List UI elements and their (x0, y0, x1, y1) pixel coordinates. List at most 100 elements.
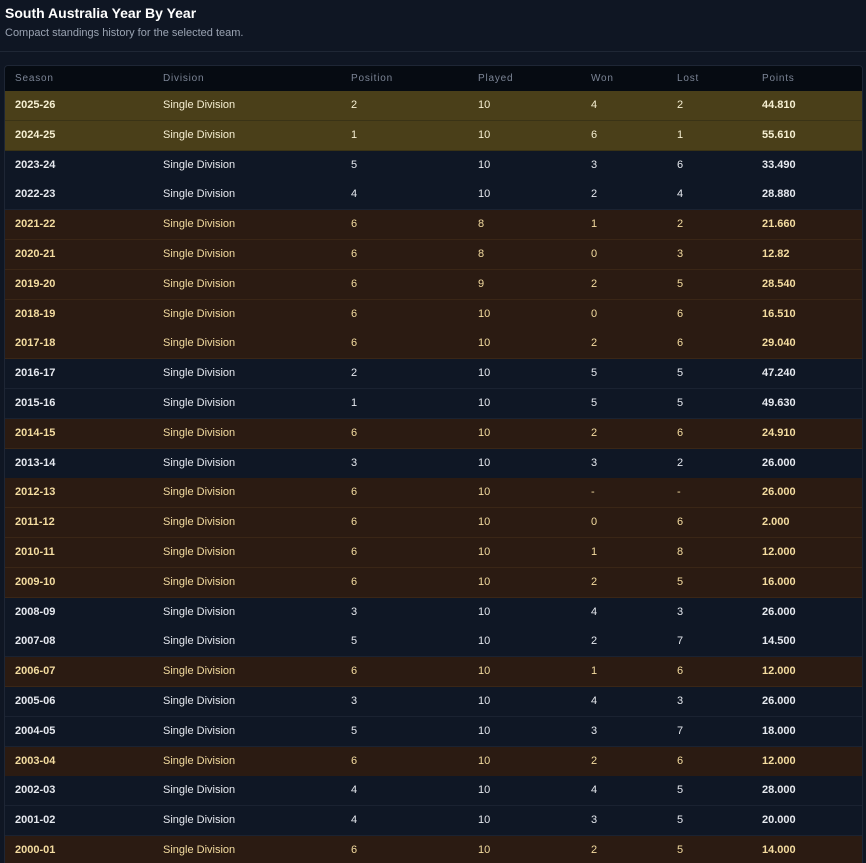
cell-position: 5 (351, 158, 358, 171)
column-header-points[interactable]: Points (762, 73, 795, 84)
cell-season: 2001-02 (15, 814, 56, 827)
cell-season: 2024-25 (15, 128, 56, 141)
table-row[interactable]: 2018-19 Single Division 6 10 0 6 16.510 (5, 299, 862, 330)
cell-points: 26.000 (762, 695, 796, 707)
cell-division: Single Division (163, 397, 236, 409)
column-header-season[interactable]: Season (15, 73, 54, 84)
cell-division: Single Division (163, 426, 236, 439)
cell-lost: 6 (677, 754, 684, 767)
cell-played: 10 (478, 665, 491, 678)
table-row[interactable]: 2025-26 Single Division 2 10 4 2 44.810 (5, 91, 862, 121)
cell-season: 2006-07 (15, 665, 56, 678)
cell-points: 2.000 (762, 516, 790, 529)
cell-won: 2 (591, 277, 598, 290)
cell-position: 6 (351, 844, 358, 856)
table-row[interactable]: 2006-07 Single Division 6 10 1 6 12.000 (5, 657, 862, 688)
cell-lost: 6 (677, 158, 684, 171)
cell-lost: 3 (677, 695, 684, 707)
cell-lost: 3 (677, 605, 684, 618)
table-row[interactable]: 2016-17 Single Division 2 10 5 5 47.240 (5, 359, 862, 390)
table-row[interactable]: 2000-01 Single Division 6 10 2 5 14.000 (5, 836, 862, 863)
table-row[interactable]: 2009-10 Single Division 6 10 2 5 16.000 (5, 567, 862, 598)
table-row[interactable]: 2007-08 Single Division 5 10 2 7 14.500 (5, 627, 862, 658)
table-row[interactable]: 2008-09 Single Division 3 10 4 3 26.000 (5, 597, 862, 628)
table-row[interactable]: 2012-13 Single Division 6 10 - - 26.000 (5, 478, 862, 509)
cell-lost: - (677, 486, 681, 499)
column-header-division[interactable]: Division (163, 73, 204, 84)
table-row[interactable]: 2021-22 Single Division 6 8 1 2 21.660 (5, 210, 862, 241)
table-header: Season Division Position Played Won Lost… (5, 66, 862, 91)
cell-played: 10 (478, 605, 491, 618)
standings-table: Season Division Position Played Won Lost… (4, 65, 863, 863)
cell-division: Single Division (163, 486, 236, 499)
table-row[interactable]: 2002-03 Single Division 4 10 4 5 28.000 (5, 776, 862, 807)
table-row[interactable]: 2023-24 Single Division 5 10 3 6 33.490 (5, 150, 862, 181)
cell-season: 2000-01 (15, 844, 56, 856)
table-row[interactable]: 2014-15 Single Division 6 10 2 6 24.910 (5, 418, 862, 449)
cell-lost: 6 (677, 665, 684, 678)
cell-won: 2 (591, 575, 598, 588)
column-header-won[interactable]: Won (591, 73, 614, 84)
cell-won: 3 (591, 814, 598, 827)
column-header-played[interactable]: Played (478, 73, 513, 84)
cell-season: 2021-22 (15, 218, 56, 231)
cell-points: 16.510 (762, 307, 796, 320)
table-row[interactable]: 2019-20 Single Division 6 9 2 5 28.540 (5, 269, 862, 300)
cell-season: 2022-23 (15, 188, 56, 201)
cell-lost: 7 (677, 724, 684, 737)
table-row[interactable]: 2024-25 Single Division 1 10 6 1 55.610 (5, 120, 862, 151)
cell-division: Single Division (163, 188, 236, 201)
cell-points: 12.000 (762, 754, 796, 767)
cell-points: 44.810 (762, 99, 796, 111)
cell-won: - (591, 486, 595, 499)
cell-points: 16.000 (762, 575, 796, 588)
cell-lost: 5 (677, 367, 684, 380)
cell-points: 12.000 (762, 665, 796, 678)
cell-lost: 8 (677, 546, 684, 558)
cell-won: 2 (591, 635, 598, 648)
table-row[interactable]: 2003-04 Single Division 6 10 2 6 12.000 (5, 746, 862, 777)
cell-lost: 7 (677, 635, 684, 648)
table-row[interactable]: 2015-16 Single Division 1 10 5 5 49.630 (5, 389, 862, 419)
cell-division: Single Division (163, 844, 236, 856)
column-header-position[interactable]: Position (351, 73, 393, 84)
table-row[interactable]: 2017-18 Single Division 6 10 2 6 29.040 (5, 329, 862, 360)
table-row[interactable]: 2013-14 Single Division 3 10 3 2 26.000 (5, 448, 862, 479)
cell-lost: 2 (677, 99, 684, 111)
cell-division: Single Division (163, 367, 236, 380)
cell-position: 6 (351, 277, 358, 290)
cell-won: 1 (591, 218, 598, 231)
cell-points: 29.040 (762, 337, 796, 350)
table-row[interactable]: 2020-21 Single Division 6 8 0 3 12.82 (5, 240, 862, 270)
cell-division: Single Division (163, 99, 236, 111)
cell-season: 2025-26 (15, 99, 56, 111)
table-row[interactable]: 2005-06 Single Division 3 10 4 3 26.000 (5, 687, 862, 717)
cell-lost: 5 (677, 277, 684, 290)
cell-points: 28.540 (762, 277, 796, 290)
table-row[interactable]: 2011-12 Single Division 6 10 0 6 2.000 (5, 508, 862, 539)
table-row[interactable]: 2001-02 Single Division 4 10 3 5 20.000 (5, 806, 862, 837)
cell-points: 26.000 (762, 486, 796, 499)
cell-points: 12.82 (762, 248, 790, 260)
cell-played: 10 (478, 486, 491, 499)
cell-position: 6 (351, 546, 358, 558)
cell-season: 2023-24 (15, 158, 56, 171)
cell-played: 10 (478, 724, 491, 737)
cell-season: 2017-18 (15, 337, 56, 350)
cell-won: 3 (591, 158, 598, 171)
cell-position: 6 (351, 248, 358, 260)
cell-position: 6 (351, 516, 358, 529)
column-header-lost[interactable]: Lost (677, 73, 699, 84)
cell-season: 2014-15 (15, 426, 56, 439)
cell-won: 1 (591, 546, 598, 558)
cell-points: 26.000 (762, 605, 796, 618)
cell-season: 2013-14 (15, 456, 56, 469)
cell-lost: 6 (677, 307, 684, 320)
table-row[interactable]: 2022-23 Single Division 4 10 2 4 28.880 (5, 180, 862, 211)
table-row[interactable]: 2004-05 Single Division 5 10 3 7 18.000 (5, 716, 862, 747)
table-row[interactable]: 2010-11 Single Division 6 10 1 8 12.000 (5, 538, 862, 568)
cell-won: 0 (591, 248, 598, 260)
cell-lost: 5 (677, 575, 684, 588)
cell-points: 14.500 (762, 635, 796, 648)
cell-points: 21.660 (762, 218, 796, 231)
